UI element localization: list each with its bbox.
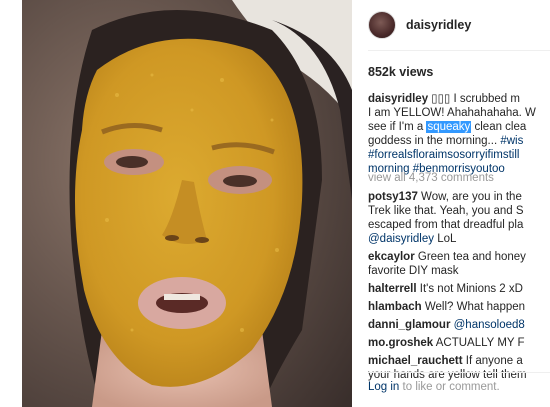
list-item: potsy137 Wow, are you in the Trek like t… [368,190,550,246]
comment-username[interactable]: mo.groshek [368,337,433,349]
comment-username[interactable]: danni_glamour [368,319,450,331]
header-username[interactable]: daisyridley [406,18,471,32]
photo-image [22,0,352,407]
comment-username[interactable]: hlambach [368,301,422,313]
comment-text: It's not Minions 2 xD [416,283,523,295]
selected-text-highlight: squeaky [426,121,472,133]
login-prompt: Log in to like or comment. [368,381,500,393]
hashtag-link[interactable]: #wis [500,135,523,147]
caption-text: see if I'm a [368,121,427,133]
mention-link[interactable]: @hansoloed8 [450,319,525,331]
hashtag-link[interactable]: #forrealsfloraimsosorryifimstill [368,149,519,161]
mention-link[interactable]: @daisyridley [368,233,434,245]
view-all-comments-link[interactable]: view all 4,373 comments [368,172,494,184]
caption-text: ▯▯▯ I scrubbed m [428,93,520,105]
comment-text: LoL [434,233,457,245]
comment-username[interactable]: ekcaylor [368,251,415,263]
comment-text: If anyone a [462,355,523,367]
comment-text: favorite DIY mask [368,265,459,277]
post-sidebar: daisyridley 852k views daisyridley ▯▯▯ I… [352,0,550,407]
login-text: to like or comment. [399,381,500,393]
caption: daisyridley ▯▯▯ I scrubbed m I am YELLOW… [368,92,550,176]
comment-username[interactable]: potsy137 [368,191,418,203]
list-item: michael_rauchett If anyone a your hands … [368,354,550,382]
comment-username[interactable]: halterrell [368,283,417,295]
list-item: halterrell It's not Minions 2 xD [368,282,550,296]
caption-text: goddess in the morning... [368,135,501,147]
comment-username[interactable]: michael_rauchett [368,355,463,367]
post-header: daisyridley [368,10,471,40]
comment-text: Green tea and honey [414,251,526,263]
caption-text: clean clea [471,121,527,133]
divider [368,50,550,51]
comment-text: Well? What happen [421,301,526,313]
list-item: mo.groshek ACTUALLY MY F [368,336,550,350]
list-item: ekcaylor Green tea and honey favorite DI… [368,250,550,278]
view-count: 852k views [368,65,434,79]
comment-text: escaped from that dreadful pla [368,219,524,231]
list-item: danni_glamour @hansoloed8 [368,318,550,332]
comment-text: Wow, are you in the [417,191,522,203]
post-photo[interactable] [22,0,352,407]
left-margin [0,0,22,407]
caption-text: I am YELLOW! Ahahahahaha. W [368,107,536,119]
comment-text: your hands are yellow tell them [368,369,527,381]
login-link[interactable]: Log in [368,381,399,393]
avatar[interactable] [368,11,396,39]
caption-author[interactable]: daisyridley [368,93,428,105]
comment-text: ACTUALLY MY F [433,337,525,349]
comment-text: Trek like that. Yeah, you and S [368,205,524,217]
comment-list: potsy137 Wow, are you in the Trek like t… [368,190,550,382]
list-item: hlambach Well? What happen [368,300,550,314]
divider [368,372,550,373]
